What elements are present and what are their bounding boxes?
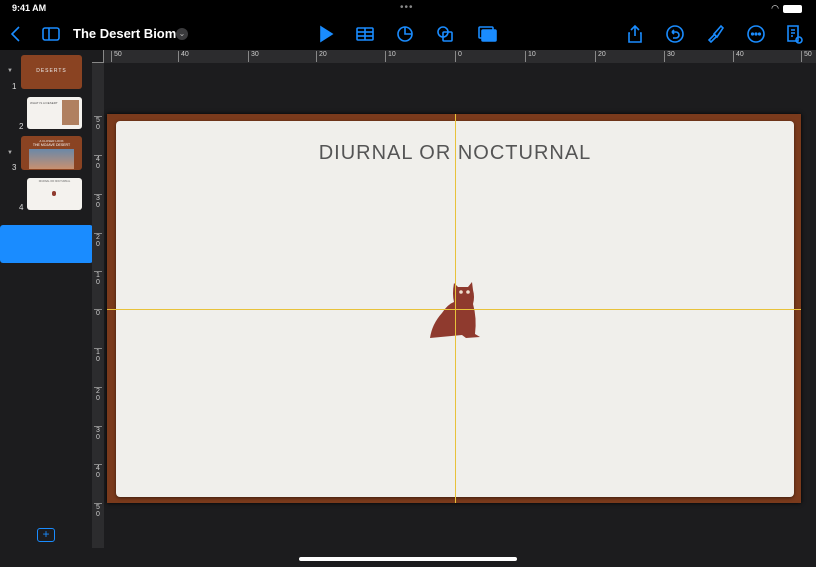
collapse-triangle-icon[interactable]: ▼	[7, 150, 13, 156]
battery-icon	[783, 5, 802, 13]
ruler-label: 10	[94, 271, 102, 286]
shapes-icon[interactable]	[435, 24, 455, 44]
media-icon[interactable]	[477, 24, 497, 44]
thumb-title: DESERTS	[36, 68, 67, 74]
format-brush-icon[interactable]	[705, 24, 725, 44]
status-time: 9:41 AM	[12, 3, 47, 13]
document-title[interactable]: The Desert Biome	[73, 26, 184, 41]
chevron-down-icon[interactable]: ⌄	[176, 28, 188, 40]
table-icon[interactable]	[355, 24, 375, 44]
thumb-title: THE MOJAVE DESERT	[32, 143, 71, 147]
ruler-label: 30	[248, 51, 259, 62]
selected-slide-highlight	[0, 225, 93, 263]
ruler-label: 40	[94, 155, 102, 170]
wifi-icon: ◠	[771, 3, 779, 13]
thumb-photo	[29, 149, 74, 169]
slide-number: 2	[19, 122, 24, 131]
slide-number: 3	[12, 163, 17, 172]
add-slide-button[interactable]: +	[37, 528, 55, 542]
ruler-label: 20	[94, 233, 102, 248]
collapse-triangle-icon[interactable]: ▼	[7, 68, 13, 74]
ruler-label: 10	[385, 51, 396, 62]
ruler-label: 40	[178, 51, 189, 62]
slide-thumbnail-3[interactable]: A CLOSER LOOK THE MOJAVE DESERT	[21, 136, 82, 170]
slide-number: 1	[12, 82, 17, 91]
slide-thumbnail-1[interactable]: DESERTS	[21, 55, 82, 89]
ruler-label: 30	[94, 426, 102, 441]
ruler-label: 0	[94, 309, 102, 317]
ruler-label: 50	[111, 51, 122, 62]
ruler-label: 30	[94, 194, 102, 209]
back-icon[interactable]	[6, 24, 26, 44]
ruler-label: 20	[94, 387, 102, 402]
toolbar: 9:41 AM ••• ◠ The Desert Biome ⌄	[0, 0, 816, 50]
alignment-guide-horizontal	[107, 309, 801, 310]
slide-thumbnail-2[interactable]: WHAT IS A DESERT	[27, 97, 82, 129]
share-icon[interactable]	[625, 24, 645, 44]
ruler-label: 50	[801, 51, 812, 62]
ruler-label: 0	[455, 51, 462, 62]
slide-thumbnail-4[interactable]: DIURNAL OR NOCTURNAL	[27, 178, 82, 210]
undo-icon[interactable]	[665, 24, 685, 44]
slide-number: 4	[19, 203, 24, 212]
ruler-label: 10	[94, 348, 102, 363]
slide-navigator: ▼ 1 DESERTS 2 WHAT IS A DESERT ▼ 3 A CLO…	[0, 50, 93, 567]
owl-image[interactable]	[428, 280, 480, 340]
chart-icon[interactable]	[395, 24, 415, 44]
thumb-title: DIURNAL OR NOCTURNAL	[38, 180, 71, 183]
ruler-corner	[92, 50, 104, 63]
multitasking-dots[interactable]: •••	[400, 2, 414, 13]
ruler-label: 10	[525, 51, 536, 62]
thumb-photo	[62, 100, 79, 125]
play-icon[interactable]	[316, 24, 336, 44]
sidebar-toggle-icon[interactable]	[41, 24, 61, 44]
horizontal-ruler[interactable]	[92, 50, 816, 63]
home-indicator[interactable]	[299, 557, 517, 561]
ruler-label: 50	[94, 116, 102, 131]
ruler-label: 50	[94, 503, 102, 518]
ruler-label: 20	[595, 51, 606, 62]
presenter-notes-icon[interactable]	[784, 24, 804, 44]
more-icon[interactable]	[746, 24, 766, 44]
ruler-label: 40	[94, 464, 102, 479]
thumb-owl	[52, 191, 56, 196]
ruler-label: 30	[664, 51, 675, 62]
ruler-label: 20	[316, 51, 327, 62]
ruler-label: 40	[733, 51, 744, 62]
